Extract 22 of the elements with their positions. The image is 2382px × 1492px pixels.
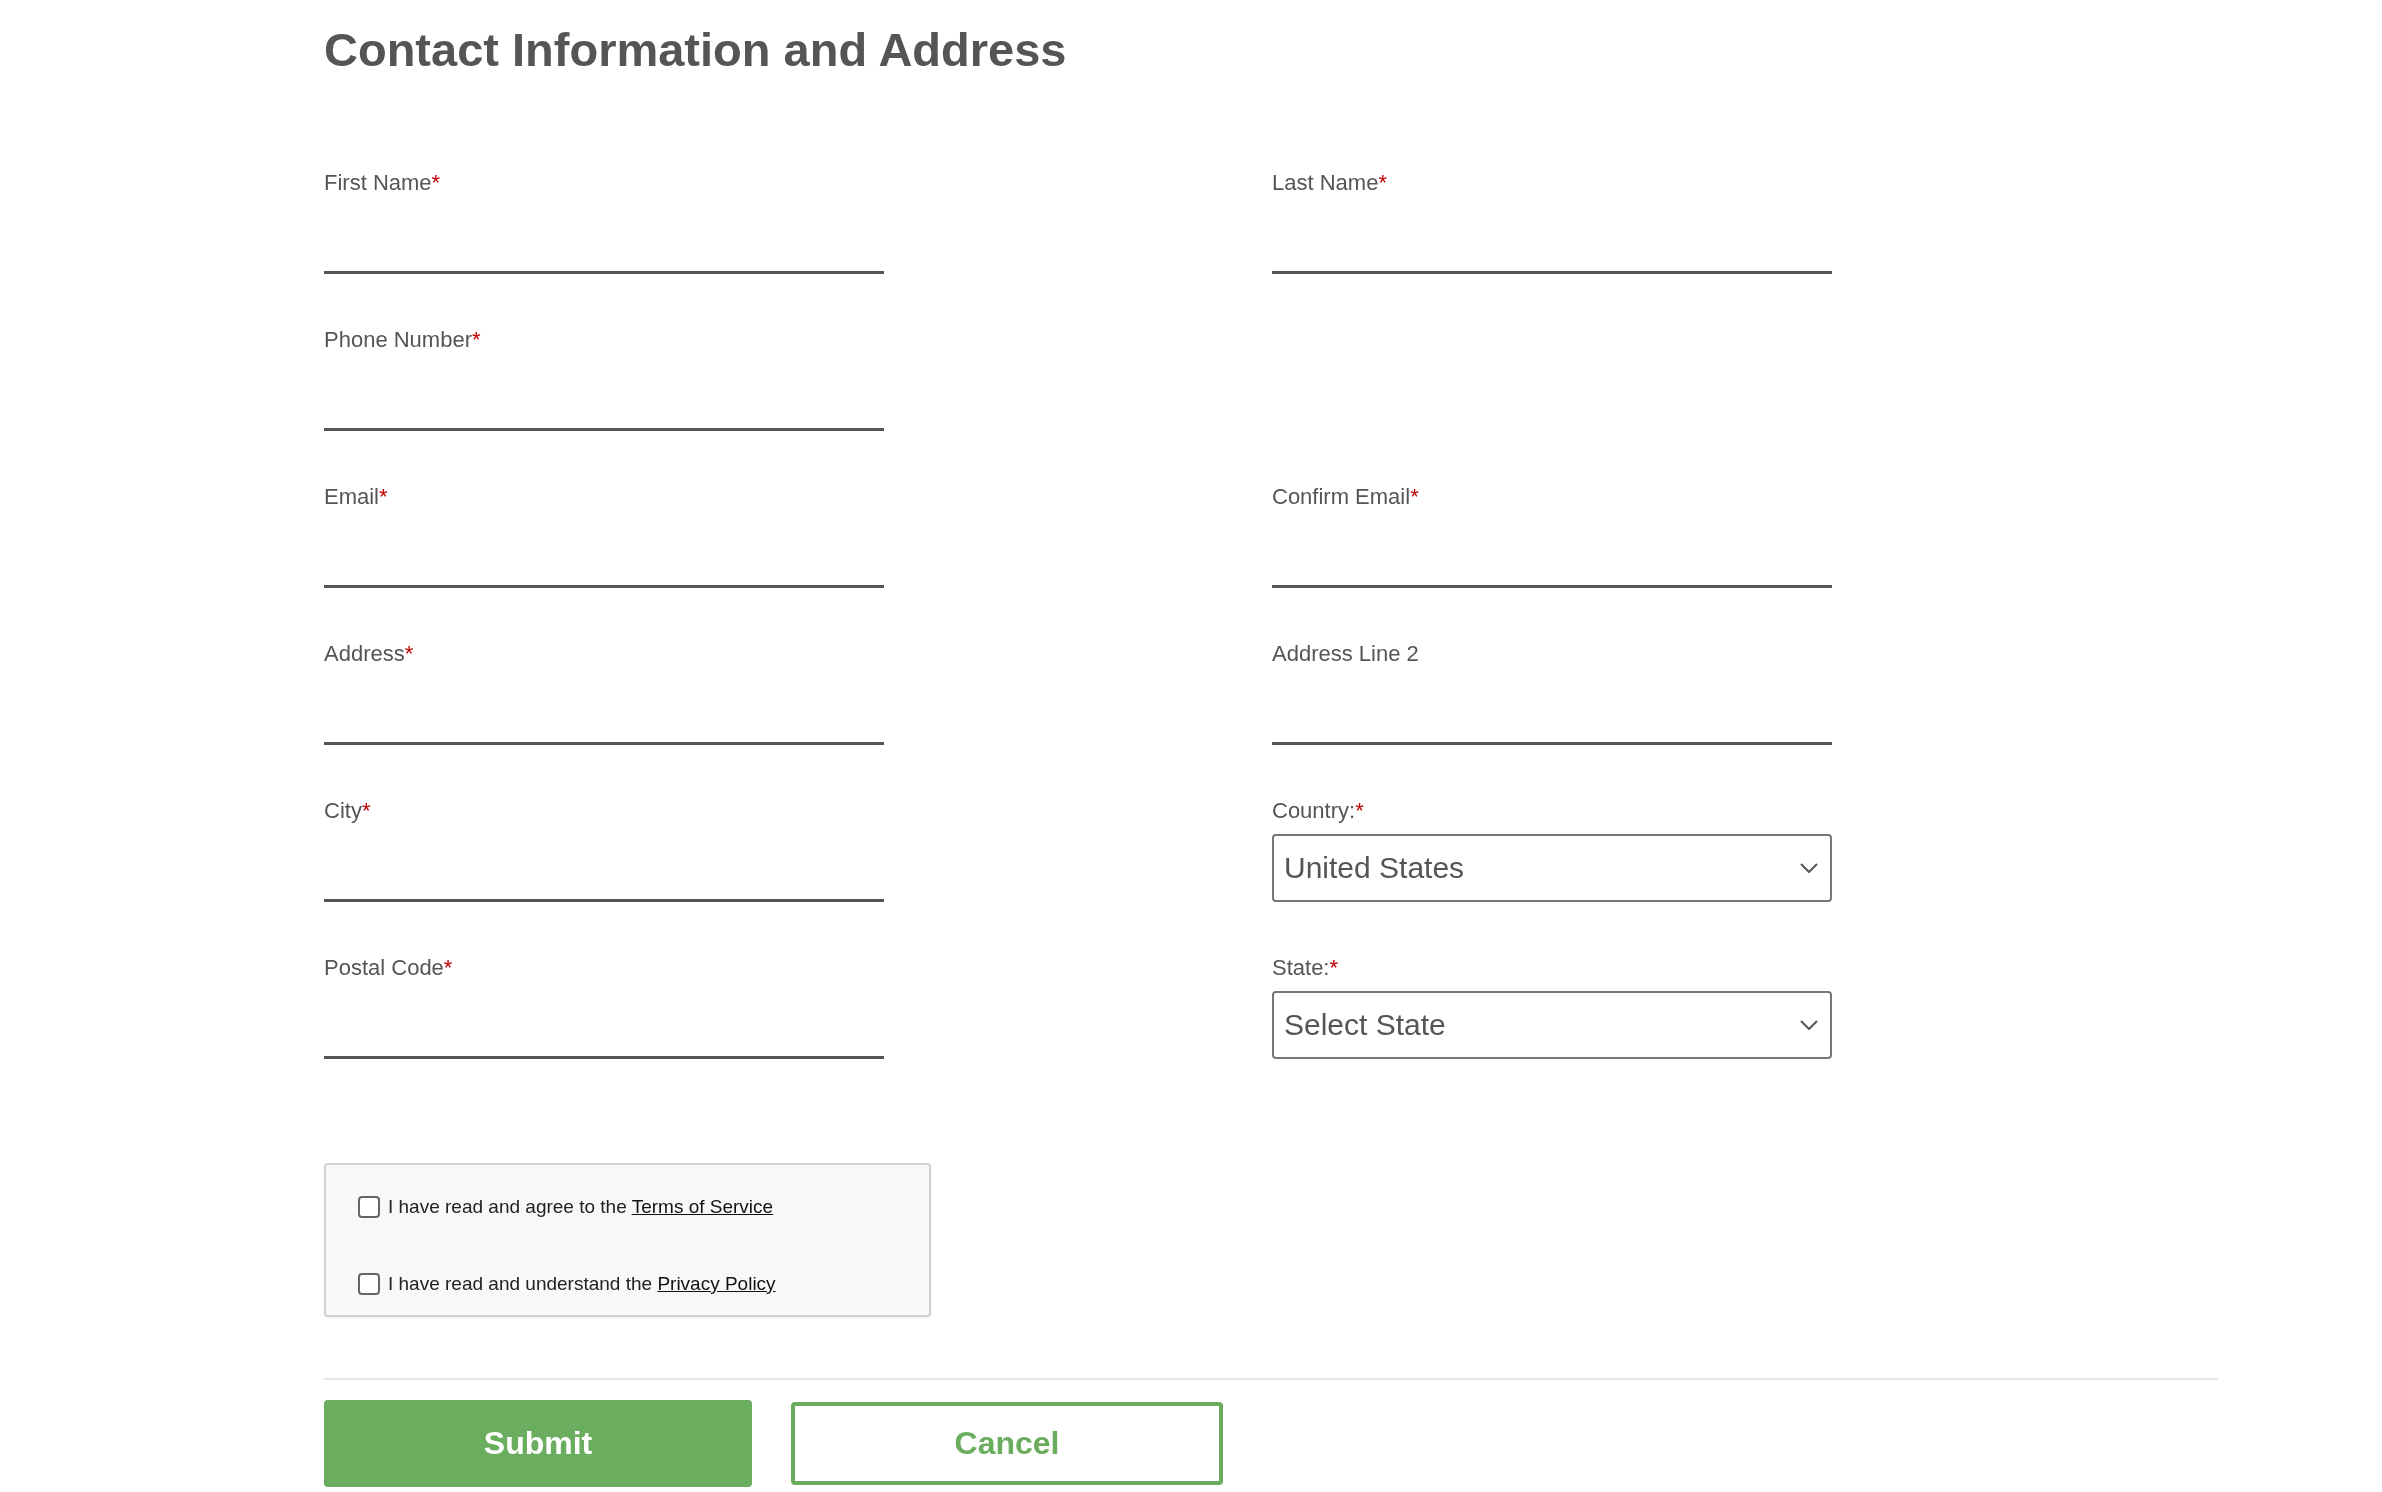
field-label: First Name* — [324, 169, 441, 197]
checkbox[interactable] — [358, 1196, 380, 1218]
field-label: Last Name* — [1272, 169, 1387, 197]
field-label: State:* — [1272, 954, 1339, 982]
chevron-down-icon — [1800, 863, 1818, 873]
field-label: Email* — [324, 483, 388, 511]
checkbox-label: I have read and understand the Privacy Policy — [388, 1273, 776, 1295]
policy-link[interactable]: Privacy Policy — [657, 1273, 776, 1294]
policy-link[interactable]: Terms of Service — [631, 1196, 774, 1217]
checkbox-label: I have read and agree to the Terms of Service — [388, 1196, 774, 1218]
field-label: Confirm Email* — [1272, 483, 1419, 511]
field-label: Address* — [324, 640, 414, 668]
field-label: Postal Code* — [324, 954, 453, 982]
page-title: Contact Information and Address — [324, 22, 1067, 78]
checkbox[interactable] — [358, 1273, 380, 1295]
dropdown-field[interactable]: United States — [1272, 834, 1832, 902]
dropdown-field[interactable]: Select State — [1272, 991, 1832, 1059]
chevron-down-icon — [1800, 1020, 1818, 1030]
field-label: Country:* — [1272, 797, 1364, 825]
field-label: Address Line 2 — [1272, 640, 1419, 668]
field-label: City* — [324, 797, 371, 825]
field-label: Phone Number* — [324, 326, 481, 354]
